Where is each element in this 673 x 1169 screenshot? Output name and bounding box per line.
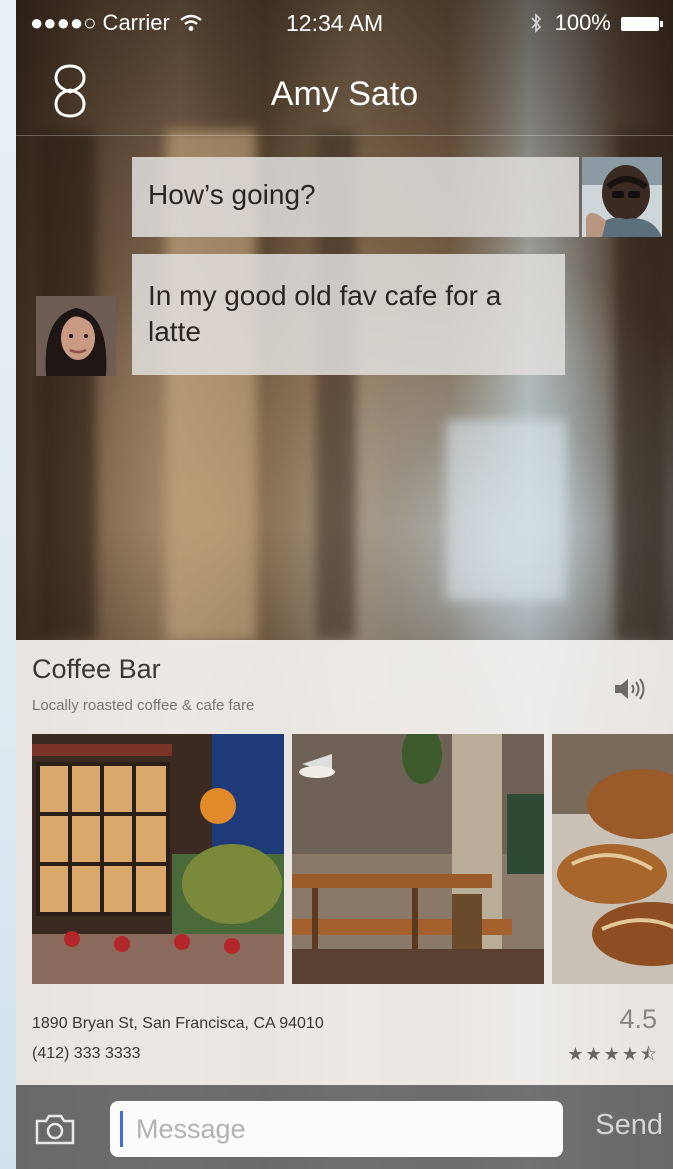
battery-percent: 100% xyxy=(554,10,611,35)
place-address: 1890 Bryan St, San Francisca, CA 94010 xyxy=(32,1015,324,1032)
wifi-icon xyxy=(180,14,202,31)
message-bubble-outgoing[interactable]: How’s going? xyxy=(132,157,579,237)
page-title: Amy Sato xyxy=(270,75,419,113)
camera-icon[interactable] xyxy=(34,1113,76,1145)
text-cursor xyxy=(120,1111,123,1147)
battery-icon xyxy=(621,17,663,32)
bluetooth-icon xyxy=(531,13,542,33)
status-time: 12:34 AM xyxy=(286,10,384,36)
carrier-label: ●●●●○ Carrier xyxy=(30,10,170,35)
place-card[interactable]: Coffee Bar Locally roasted coffee & cafe… xyxy=(16,640,673,1085)
message-bubble-incoming[interactable]: In my good old fav cafe for a latte xyxy=(132,254,565,375)
place-description: Locally roasted coffee & cafe fare xyxy=(32,697,255,714)
place-photo[interactable] xyxy=(32,734,284,984)
place-photo[interactable] xyxy=(292,734,544,984)
page-edge xyxy=(0,0,16,1169)
message-composer: Send xyxy=(16,1085,673,1169)
background-blur xyxy=(36,130,96,640)
status-bar: ●●●●○ Carrier 12:34 AM 100% xyxy=(16,0,673,44)
background-blur xyxy=(446,420,566,600)
place-rating: 4.5 xyxy=(619,1004,657,1034)
avatar[interactable] xyxy=(36,296,116,376)
speaker-icon[interactable] xyxy=(613,676,647,702)
place-photo[interactable] xyxy=(552,734,673,984)
place-phone[interactable]: (412) 333 3333 xyxy=(32,1045,141,1063)
star-rating: ★★★★⯪ xyxy=(567,1044,659,1064)
nav-bar: Amy Sato xyxy=(16,44,673,136)
place-name: Coffee Bar xyxy=(32,654,161,684)
send-button[interactable]: Send xyxy=(595,1109,663,1142)
photo-carousel[interactable] xyxy=(32,734,673,984)
message-input[interactable] xyxy=(110,1101,563,1157)
battery-status: 100% xyxy=(530,10,663,36)
phone-screen: ●●●●○ Carrier 12:34 AM 100% Amy Sato How… xyxy=(16,0,673,1169)
carrier-signal: ●●●●○ Carrier xyxy=(30,10,202,36)
avatar[interactable] xyxy=(582,157,662,237)
